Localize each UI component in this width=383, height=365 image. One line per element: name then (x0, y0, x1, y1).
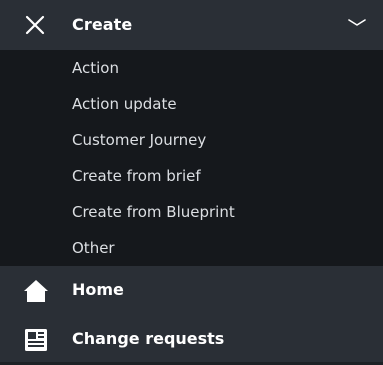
close-icon[interactable] (24, 14, 46, 36)
submenu-item-create-from-blueprint[interactable]: Create from Blueprint (72, 200, 235, 224)
nav-item-change-requests[interactable]: Change requests (0, 315, 383, 364)
create-menu-title: Create (72, 15, 133, 34)
nav-item-label: Change requests (72, 329, 225, 348)
submenu-item-other[interactable]: Other (72, 236, 115, 260)
home-icon (24, 280, 48, 302)
create-menu-header[interactable]: Create (0, 0, 383, 50)
submenu-item-action-update[interactable]: Action update (72, 92, 177, 116)
chevron-down-icon[interactable] (348, 18, 366, 28)
submenu-item-customer-journey[interactable]: Customer Journey (72, 128, 206, 152)
nav-item-home[interactable]: Home (0, 266, 383, 315)
side-navigation-menu: Create Action Action update Customer Jou… (0, 0, 383, 365)
nav-item-label: Home (72, 280, 124, 299)
document-icon (25, 329, 47, 351)
submenu-item-action[interactable]: Action (72, 56, 119, 80)
create-submenu: Action Action update Customer Journey Cr… (0, 50, 383, 266)
submenu-item-create-from-brief[interactable]: Create from brief (72, 164, 201, 188)
